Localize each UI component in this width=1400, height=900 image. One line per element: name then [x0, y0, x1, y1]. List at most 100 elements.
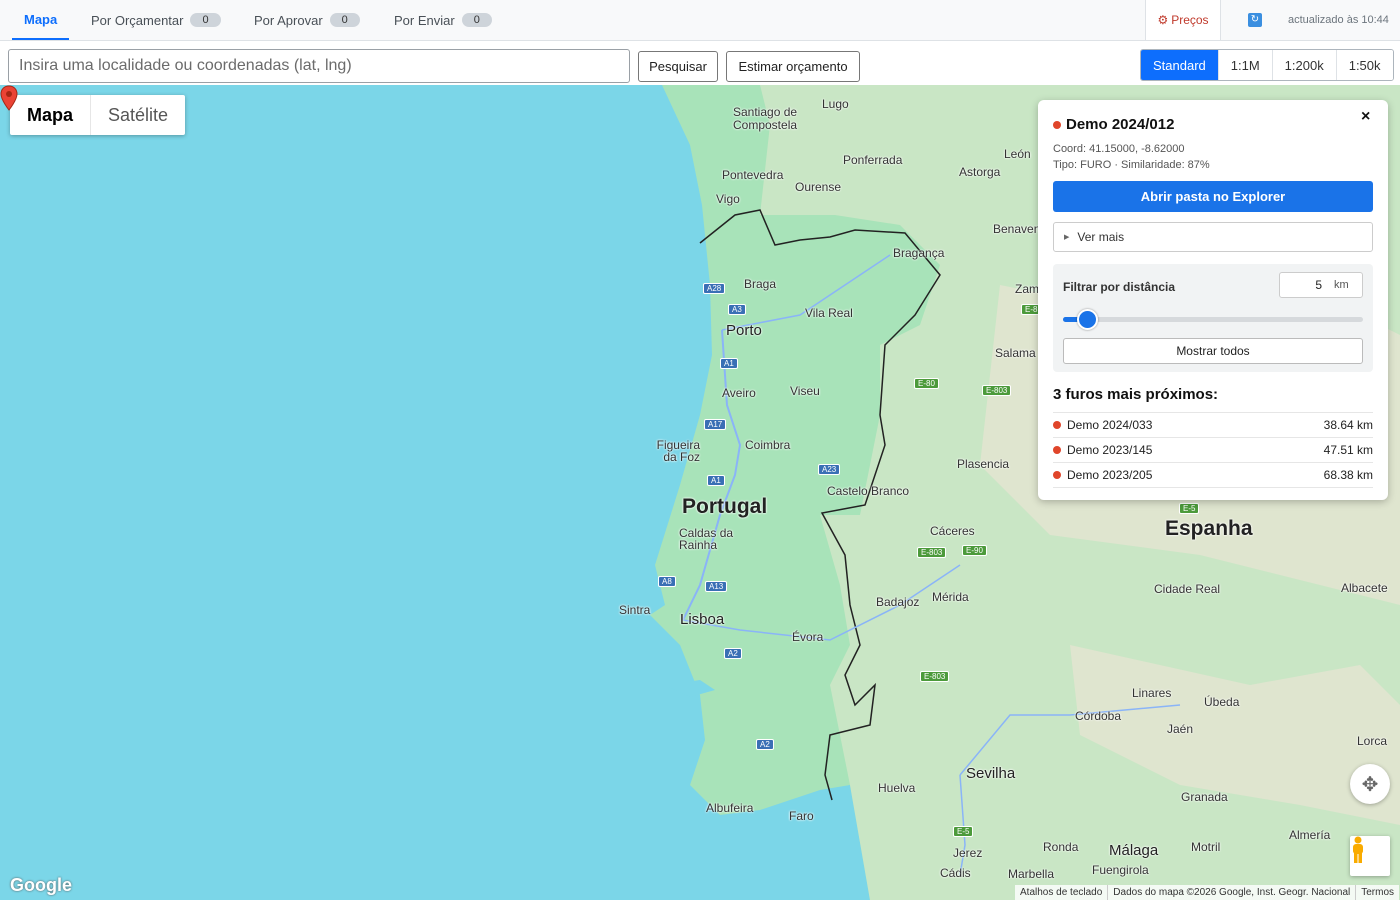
map-label: Viseu [790, 384, 820, 398]
keyboard-shortcuts-link[interactable]: Atalhos de teclado [1015, 885, 1107, 900]
borehole-info-panel: × Demo 2024/012 Coord: 41.15000, -8.6200… [1038, 100, 1388, 500]
tab-por-aprovar[interactable]: Por Aprovar 0 [254, 0, 360, 40]
map-label: Huelva [878, 781, 916, 795]
map-label: Lugo [822, 97, 849, 111]
map-label: Ponferrada [843, 153, 903, 167]
nearest-title: 3 furos mais próximos: [1053, 386, 1219, 403]
road-shield: E-90 [962, 545, 987, 556]
tab-label: Por Orçamentar [91, 12, 184, 28]
list-item[interactable]: Demo 2023/145 47.51 km [1053, 438, 1373, 463]
map-label: Cádis [940, 866, 971, 880]
road-shield: A1 [707, 475, 725, 486]
road-shield: A13 [705, 581, 728, 592]
road-shield: E-803 [917, 547, 947, 558]
map-label: Évora [792, 630, 824, 644]
scale-standard-button[interactable]: Standard [1141, 50, 1219, 80]
map-label: León [1004, 147, 1031, 161]
map-type-mapa-button[interactable]: Mapa [10, 95, 90, 135]
search-button[interactable]: Pesquisar [638, 51, 718, 82]
slider-thumb[interactable] [1077, 309, 1098, 330]
count-badge: 0 [329, 13, 360, 27]
road-shield: A17 [704, 419, 727, 430]
map-label: Figueira da Foz [656, 438, 700, 464]
estimate-budget-button[interactable]: Estimar orçamento [726, 51, 860, 82]
borehole-name: Demo 2023/145 [1067, 443, 1153, 457]
count-badge: 0 [190, 13, 221, 27]
map-label: Vigo [716, 192, 740, 206]
scale-200k-button[interactable]: 1:200k [1272, 50, 1337, 80]
map-label: Motril [1191, 840, 1221, 854]
status-dot [1053, 446, 1061, 454]
borehole-distance: 47.51 km [1323, 443, 1373, 457]
location-search-input[interactable] [8, 49, 630, 83]
map-footer: Atalhos de teclado Dados do mapa ©2026 G… [1015, 885, 1400, 900]
panel-title-text: Demo 2024/012 [1066, 116, 1175, 133]
road-shield: A3 [728, 304, 746, 315]
tab-label: Mapa [24, 11, 58, 27]
last-updated-text: actualizado às 10:44 [1288, 14, 1389, 26]
precos-button[interactable]: ⚙ Preços [1145, 0, 1221, 40]
distance-slider[interactable] [1063, 309, 1363, 330]
map-label: Salama [995, 346, 1036, 360]
close-icon[interactable]: × [1361, 108, 1370, 126]
map-label: Úbeda [1204, 695, 1240, 709]
road-shield: A1 [720, 358, 738, 369]
nearest-list: Demo 2024/033 38.64 km Demo 2023/145 47.… [1053, 412, 1373, 488]
map-label: Córdoba [1075, 709, 1122, 723]
map-label: Jaén [1167, 722, 1194, 736]
map-label: Espanha [1165, 517, 1253, 540]
map-label: Ronda [1043, 840, 1079, 854]
map-label: Granada [1181, 790, 1228, 804]
map-label: Aveiro [722, 386, 756, 400]
tab-por-orcamentar[interactable]: Por Orçamentar 0 [91, 0, 221, 40]
scale-1m-button[interactable]: 1:1M [1218, 50, 1273, 80]
road-shield: A2 [724, 648, 742, 659]
distance-filter: Filtrar por distância 5 km Mostrar todos [1053, 264, 1373, 372]
map-label: Porto [726, 322, 762, 339]
map-label: Castelo Branco [827, 484, 910, 498]
gear-icon: ⚙ [1157, 13, 1169, 27]
map-label: Jerez [953, 846, 983, 860]
map-marker-icon[interactable] [0, 85, 18, 111]
map-label: Faro [789, 809, 814, 823]
map-label: Fuengirola [1092, 863, 1149, 877]
tab-mapa[interactable]: Mapa [12, 0, 70, 40]
pegman-figure [1353, 836, 1363, 863]
open-folder-button[interactable]: Abrir pasta no Explorer [1053, 181, 1373, 212]
camera-control-icon[interactable]: ✥ [1350, 764, 1390, 804]
see-more-label: Ver mais [1077, 230, 1125, 244]
map-label: Ourense [795, 180, 842, 194]
list-item[interactable]: Demo 2023/205 68.38 km [1053, 463, 1373, 488]
borehole-name: Demo 2023/205 [1067, 468, 1153, 482]
road-shield: A2 [756, 739, 774, 750]
scale-50k-button[interactable]: 1:50k [1336, 50, 1393, 80]
refresh-icon[interactable]: ↻ [1248, 13, 1262, 27]
borehole-distance: 68.38 km [1323, 468, 1373, 482]
map-type-satellite-button[interactable]: Satélite [90, 95, 185, 135]
road-shield: E-5 [1179, 503, 1200, 514]
precos-label: Preços [1171, 13, 1209, 27]
map-label: Cáceres [930, 524, 975, 538]
map-label: Málaga [1109, 842, 1159, 859]
map-label: Vila Real [805, 306, 853, 320]
map-label: Pontevedra [722, 168, 784, 182]
road-shield: E-803 [920, 671, 950, 682]
show-all-button[interactable]: Mostrar todos [1063, 338, 1363, 364]
road-shield: E-5 [953, 826, 974, 837]
status-dot [1053, 421, 1061, 429]
count-badge: 0 [461, 13, 492, 27]
tab-label: Por Aprovar [254, 12, 323, 28]
terms-link[interactable]: Termos [1355, 885, 1399, 900]
borehole-name: Demo 2024/033 [1067, 418, 1153, 432]
map-label: Almería [1289, 828, 1331, 842]
map-label: Coimbra [745, 438, 791, 452]
tab-por-enviar[interactable]: Por Enviar 0 [394, 0, 492, 40]
map-label: Lisboa [680, 611, 725, 628]
coordinates-text: Coord: 41.15000, -8.62000 [1053, 143, 1185, 155]
road-shield: A8 [658, 576, 676, 587]
see-more-toggle[interactable]: ▶ Ver mais [1053, 222, 1373, 252]
list-item[interactable]: Demo 2024/033 38.64 km [1053, 413, 1373, 438]
street-view-pegman-icon[interactable] [1350, 836, 1390, 876]
map-label: Bragança [893, 246, 945, 260]
distance-input[interactable]: 5 km [1279, 272, 1363, 298]
